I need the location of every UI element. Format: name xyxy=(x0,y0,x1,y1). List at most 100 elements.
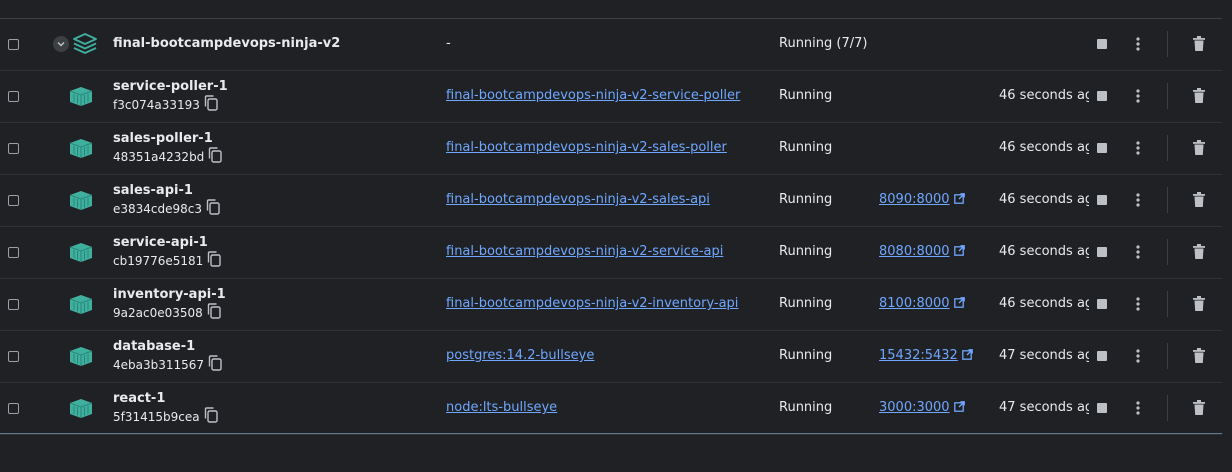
copy-icon[interactable] xyxy=(204,407,218,423)
external-link-icon xyxy=(961,349,973,360)
container-id: 48351a4232bd xyxy=(113,150,205,164)
more-vertical-icon[interactable] xyxy=(1131,295,1145,313)
group-image: - xyxy=(446,36,451,51)
copy-icon[interactable] xyxy=(206,199,220,215)
container-status: Running xyxy=(779,244,833,259)
container-name[interactable]: service-api-1 xyxy=(113,235,208,250)
container-id: 5f31415b9cea xyxy=(113,410,200,424)
external-link-icon xyxy=(953,297,965,308)
trash-icon[interactable] xyxy=(1192,399,1206,417)
external-link-icon xyxy=(953,245,965,256)
trash-icon[interactable] xyxy=(1192,347,1206,365)
more-vertical-icon[interactable] xyxy=(1131,399,1145,417)
container-row[interactable]: database-1 4eba3b311567 postgres:14.2-bu… xyxy=(0,331,1232,383)
stop-icon[interactable] xyxy=(1097,299,1107,309)
container-age: 47 seconds ago xyxy=(999,348,1089,363)
container-id: f3c074a33193 xyxy=(113,98,200,112)
copy-icon[interactable] xyxy=(207,251,221,267)
action-divider xyxy=(1167,343,1168,369)
row-checkbox[interactable] xyxy=(8,39,19,50)
copy-icon[interactable] xyxy=(208,355,222,371)
container-id: cb19776e5181 xyxy=(113,254,204,268)
row-checkbox[interactable] xyxy=(8,91,19,102)
image-link[interactable]: final-bootcampdevops-ninja-v2-inventory-… xyxy=(446,296,738,311)
action-divider xyxy=(1167,187,1168,213)
stop-icon[interactable] xyxy=(1097,39,1107,49)
container-icon xyxy=(68,137,94,159)
row-checkbox[interactable] xyxy=(8,143,19,154)
port-link[interactable]: 8080:8000 xyxy=(879,244,965,259)
container-status: Running xyxy=(779,140,833,155)
trash-icon[interactable] xyxy=(1192,139,1206,157)
container-icon xyxy=(68,345,94,367)
image-link[interactable]: final-bootcampdevops-ninja-v2-service-ap… xyxy=(446,244,723,259)
container-row[interactable]: sales-api-1 e3834cde98c3 final-bootcampd… xyxy=(0,175,1232,227)
stop-icon[interactable] xyxy=(1097,143,1107,153)
trash-icon[interactable] xyxy=(1192,87,1206,105)
more-vertical-icon[interactable] xyxy=(1131,139,1145,157)
container-icon xyxy=(68,293,94,315)
stop-icon[interactable] xyxy=(1097,91,1107,101)
container-row[interactable]: react-1 5f31415b9cea node:lts-bullseye R… xyxy=(0,383,1232,435)
container-name[interactable]: inventory-api-1 xyxy=(113,287,226,302)
image-link[interactable]: postgres:14.2-bullseye xyxy=(446,348,594,363)
action-divider xyxy=(1167,239,1168,265)
container-icon xyxy=(68,241,94,263)
trash-icon[interactable] xyxy=(1192,35,1206,53)
action-divider xyxy=(1167,395,1168,421)
container-row[interactable]: inventory-api-1 9a2ac0e03508 final-bootc… xyxy=(0,279,1232,331)
row-checkbox[interactable] xyxy=(8,195,19,206)
more-vertical-icon[interactable] xyxy=(1131,35,1145,53)
container-icon xyxy=(68,189,94,211)
port-link[interactable]: 8090:8000 xyxy=(879,192,965,207)
copy-icon[interactable] xyxy=(204,95,218,111)
group-name[interactable]: final-bootcampdevops-ninja-v2 xyxy=(113,36,340,51)
row-checkbox[interactable] xyxy=(8,299,19,310)
row-checkbox[interactable] xyxy=(8,247,19,258)
container-name[interactable]: react-1 xyxy=(113,391,165,406)
container-row[interactable]: sales-poller-1 48351a4232bd final-bootca… xyxy=(0,123,1232,175)
action-divider xyxy=(1167,83,1168,109)
stop-icon[interactable] xyxy=(1097,195,1107,205)
copy-icon[interactable] xyxy=(208,147,222,163)
action-divider xyxy=(1167,291,1168,317)
container-icon xyxy=(68,397,94,419)
compose-group-row[interactable]: final-bootcampdevops-ninja-v2 - Running … xyxy=(0,19,1232,71)
container-name[interactable]: sales-api-1 xyxy=(113,183,193,198)
row-checkbox[interactable] xyxy=(8,351,19,362)
container-name[interactable]: sales-poller-1 xyxy=(113,131,213,146)
copy-icon[interactable] xyxy=(207,303,221,319)
more-vertical-icon[interactable] xyxy=(1131,191,1145,209)
image-link[interactable]: final-bootcampdevops-ninja-v2-sales-api xyxy=(446,192,710,207)
container-age: 46 seconds ago xyxy=(999,140,1089,155)
more-vertical-icon[interactable] xyxy=(1131,243,1145,261)
stop-icon[interactable] xyxy=(1097,403,1107,413)
more-vertical-icon[interactable] xyxy=(1131,347,1145,365)
trash-icon[interactable] xyxy=(1192,191,1206,209)
image-link[interactable]: node:lts-bullseye xyxy=(446,400,557,415)
container-name[interactable]: service-poller-1 xyxy=(113,79,228,94)
container-age: 46 seconds ago xyxy=(999,192,1089,207)
stop-icon[interactable] xyxy=(1097,351,1107,361)
container-id: 4eba3b311567 xyxy=(113,358,205,372)
container-age: 46 seconds ago xyxy=(999,296,1089,311)
image-link[interactable]: final-bootcampdevops-ninja-v2-sales-poll… xyxy=(446,140,727,155)
image-link[interactable]: final-bootcampdevops-ninja-v2-service-po… xyxy=(446,88,740,103)
port-link[interactable]: 15432:5432 xyxy=(879,348,973,363)
port-link[interactable]: 8100:8000 xyxy=(879,296,965,311)
chevron-down-icon[interactable] xyxy=(53,36,69,52)
stop-icon[interactable] xyxy=(1097,247,1107,257)
container-age: 46 seconds ago xyxy=(999,88,1089,103)
action-divider xyxy=(1167,31,1168,57)
trash-icon[interactable] xyxy=(1192,243,1206,261)
row-checkbox[interactable] xyxy=(8,403,19,414)
container-icon xyxy=(68,85,94,107)
container-row[interactable]: service-api-1 cb19776e5181 final-bootcam… xyxy=(0,227,1232,279)
container-name[interactable]: database-1 xyxy=(113,339,195,354)
more-vertical-icon[interactable] xyxy=(1131,87,1145,105)
port-link[interactable]: 3000:3000 xyxy=(879,400,965,415)
container-row[interactable]: service-poller-1 f3c074a33193 final-boot… xyxy=(0,71,1232,123)
trash-icon[interactable] xyxy=(1192,295,1206,313)
stack-icon xyxy=(72,31,98,57)
container-age: 47 seconds ago xyxy=(999,400,1089,415)
